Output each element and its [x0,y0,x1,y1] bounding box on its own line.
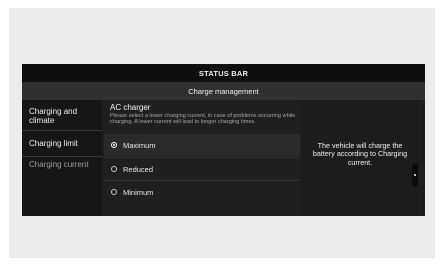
sidebar-divider [22,156,102,157]
option-label: Maximum [123,140,156,150]
sidebar: Charging and climate Charging limit Char… [22,100,102,216]
sidebar-item-label: Charging current [29,160,89,169]
page-title-bar: Charge management [22,82,425,100]
section-description: Please select a lower charging current, … [110,113,296,126]
option-minimum[interactable]: Minimum [104,181,300,203]
status-bar-label: STATUS BAR [198,68,249,78]
side-panel-handle[interactable] [412,164,418,186]
status-bar: STATUS BAR [22,64,425,82]
infotainment-screen: STATUS BAR Charge management Charging an… [22,64,425,216]
info-text: The vehicle will charge the battery acco… [312,141,408,167]
sidebar-item-label: Charging limit [29,139,78,148]
info-panel: The vehicle will charge the battery acco… [302,100,418,216]
sidebar-item-charging-limit[interactable]: Charging limit [29,139,101,149]
radio-unselected-icon [111,166,117,172]
option-label: Minimum [123,187,154,197]
option-maximum[interactable]: Maximum [104,134,300,156]
radio-selected-icon [111,142,117,148]
sidebar-item-label: Charging and climate [29,107,78,125]
option-reduced[interactable]: Reduced [104,158,300,180]
sidebar-item-charging-and-climate[interactable]: Charging and climate [29,107,101,125]
sidebar-item-charging-current[interactable]: Charging current [29,160,101,170]
option-label: Reduced [123,164,154,174]
handle-dot-icon [414,174,416,176]
sidebar-divider [22,130,102,131]
section-title: AC charger [110,103,151,112]
page-title: Charge management [188,86,259,96]
radio-unselected-icon [111,189,117,195]
settings-panel: AC charger Please select a lower chargin… [104,100,300,216]
